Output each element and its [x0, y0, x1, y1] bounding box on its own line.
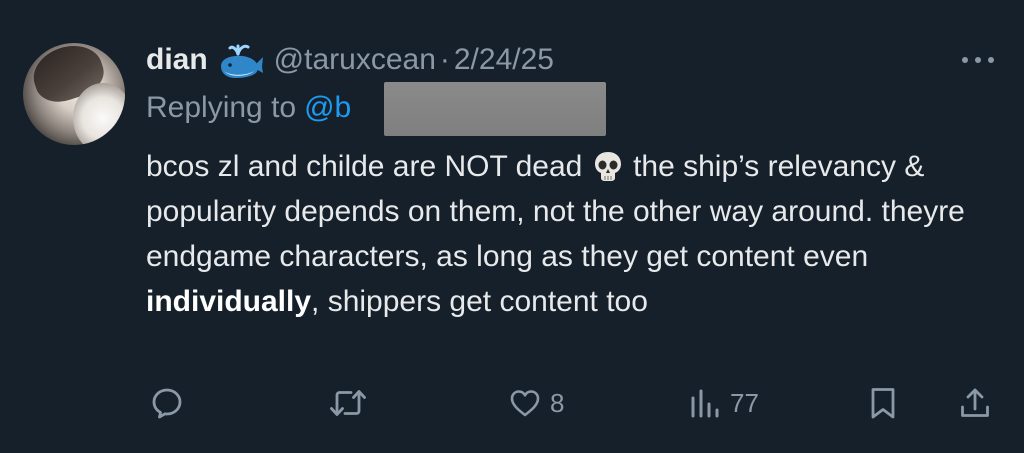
more-dot-icon [975, 57, 981, 63]
tweet-body-part1: bcos zl and childe are NOT dead [146, 150, 583, 183]
redaction-box [384, 82, 606, 136]
like-button[interactable]: 8 [508, 380, 564, 426]
replying-to-label: Replying to [146, 91, 297, 124]
views-count: 77 [730, 387, 759, 418]
share-button[interactable] [958, 380, 992, 426]
tweet-header: dian @taruxcean · 2/24/25 [146, 36, 554, 84]
more-dot-icon [962, 57, 968, 63]
tweet-body-part3: , shippers get content too [311, 285, 648, 318]
retweet-icon [330, 390, 366, 416]
share-icon [961, 388, 989, 417]
skull-emoji-icon [593, 150, 623, 182]
more-dot-icon [988, 57, 994, 63]
tweet-body: bcos zl and childe are NOT dead the ship… [146, 144, 966, 324]
header-separator: · [439, 43, 450, 76]
views-bar-chart-icon [691, 389, 719, 418]
display-name[interactable]: dian [146, 43, 208, 77]
heart-icon [510, 390, 540, 417]
tweet-body-emphasis: individually [146, 285, 312, 318]
like-count: 8 [550, 387, 565, 418]
reply-button[interactable] [150, 380, 184, 426]
bookmark-icon [871, 388, 895, 419]
reply-icon [152, 388, 182, 419]
bookmark-button[interactable] [866, 380, 900, 426]
user-handle[interactable]: @taruxcean [274, 43, 436, 77]
avatar-fur-collar [73, 83, 125, 145]
replying-to-line: Replying to @b [146, 86, 351, 130]
tweet-action-bar: 8 77 [0, 380, 1024, 426]
tweet-date[interactable]: 2/24/25 [454, 43, 554, 77]
avatar[interactable] [23, 43, 125, 145]
more-options-button[interactable] [958, 48, 998, 72]
views-button[interactable]: 77 [688, 380, 759, 426]
retweet-button[interactable] [328, 380, 368, 426]
replying-to-mention-link[interactable]: @b [304, 91, 351, 125]
tweet-card[interactable]: dian @taruxcean · 2/24/25 Replying to @b… [0, 0, 1024, 453]
whale-emoji-icon [218, 40, 264, 80]
